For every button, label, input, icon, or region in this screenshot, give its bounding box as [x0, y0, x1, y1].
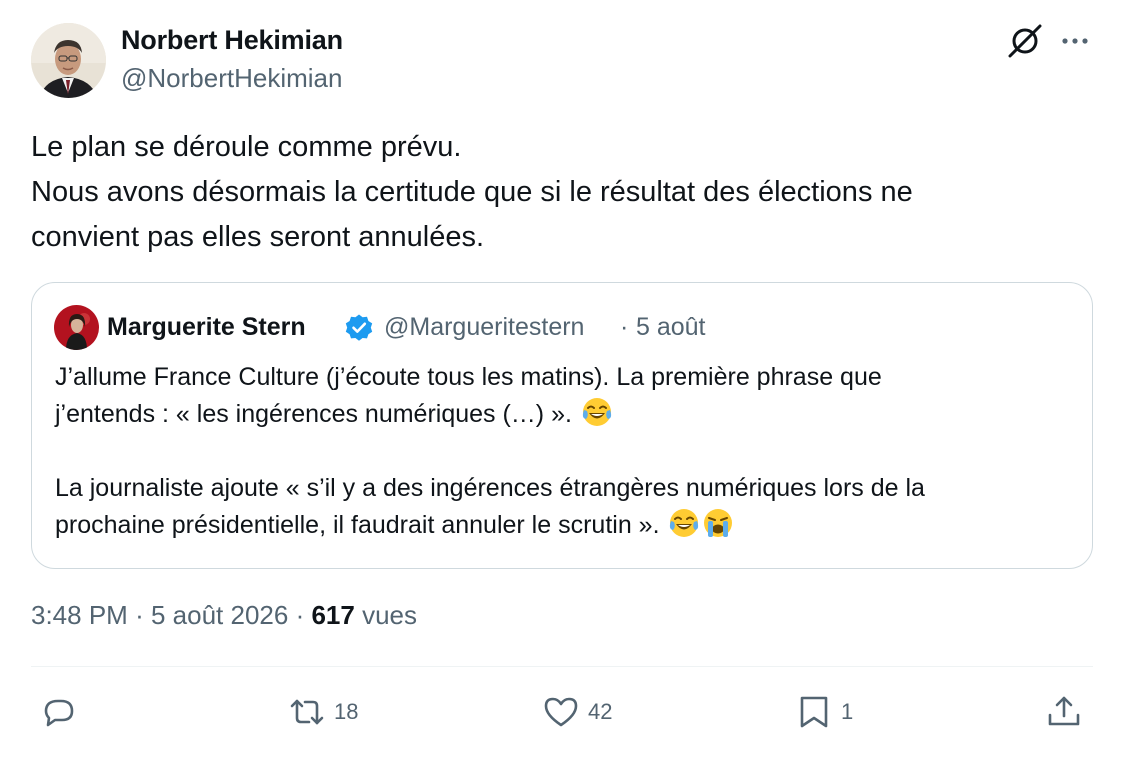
more-icon[interactable]: [1058, 22, 1094, 60]
loudly-crying-emoji-icon: [702, 507, 734, 539]
reply-icon: [40, 693, 78, 731]
quoted-text-line: La journaliste ajoute « s’il y a des ing…: [55, 474, 925, 502]
tweet-text-line: Le plan se déroule comme prévu.: [31, 131, 462, 163]
quoted-text-line: J’allume France Culture (j’écoute tous l…: [55, 363, 882, 391]
tweet-date[interactable]: 5 août 2026: [151, 600, 288, 630]
views-label: vues: [362, 600, 418, 630]
tweet-text-line: convient pas elles seront annulées.: [31, 221, 485, 253]
quoted-text-line: [55, 433, 1075, 470]
tweet-time[interactable]: 3:48 PM: [31, 600, 128, 630]
author-avatar[interactable]: [31, 23, 106, 98]
quoted-text-line: prochaine présidentielle, il faudrait an…: [55, 507, 1075, 544]
quoted-text-line-content: prochaine présidentielle, il faudrait an…: [55, 511, 660, 539]
quoted-tweet-text: J’allume France Culture (j’écoute tous l…: [55, 359, 1075, 544]
bookmark-count: 1: [841, 699, 854, 724]
like-button[interactable]: 42: [542, 692, 612, 732]
bookmark-button[interactable]: 1: [795, 692, 853, 732]
quoted-author-handle: @Margueritestern: [384, 313, 585, 341]
tweet-meta: 3:48 PM · 5 août 2026 · 617 vues: [31, 600, 417, 631]
quoted-separator: ·: [620, 313, 629, 341]
retweet-button[interactable]: 18: [288, 692, 358, 732]
divider: [31, 666, 1093, 667]
author-handle[interactable]: @NorbertHekimian: [121, 63, 342, 94]
meta-separator: ·: [135, 600, 144, 630]
quoted-author-avatar: [54, 305, 99, 350]
retweet-count: 18: [334, 699, 359, 724]
share-button[interactable]: [1045, 692, 1083, 732]
share-icon: [1045, 693, 1083, 731]
meta-separator: ·: [295, 600, 305, 630]
like-count: 42: [588, 699, 613, 724]
views-count: 617: [311, 600, 355, 630]
retweet-icon: [288, 693, 326, 731]
quoted-text-line-content: j’entends : « les ingérences numériques …: [55, 400, 572, 428]
tears-of-joy-emoji-icon: [668, 507, 700, 539]
tweet-text-line: Nous avons désormais la certitude que si…: [31, 176, 913, 208]
tweet-text: Le plan se déroule comme prévu. Nous avo…: [31, 125, 1091, 260]
grok-icon[interactable]: [1006, 22, 1044, 60]
quoted-author-name: Marguerite Stern: [107, 313, 306, 341]
quoted-tweet-card[interactable]: Marguerite Stern @Margueritestern · 5 ao…: [31, 282, 1093, 569]
bookmark-icon: [795, 693, 833, 731]
reply-button[interactable]: [40, 692, 78, 732]
quoted-date: 5 août: [636, 313, 706, 341]
quoted-text-line: j’entends : « les ingérences numériques …: [55, 396, 1075, 433]
author-name[interactable]: Norbert Hekimian: [121, 25, 343, 56]
tweet: Norbert Hekimian @NorbertHekimian Le pla…: [0, 0, 1123, 757]
tears-of-joy-emoji-icon: [581, 396, 613, 428]
verified-badge-icon: [344, 313, 374, 343]
heart-icon: [542, 693, 580, 731]
